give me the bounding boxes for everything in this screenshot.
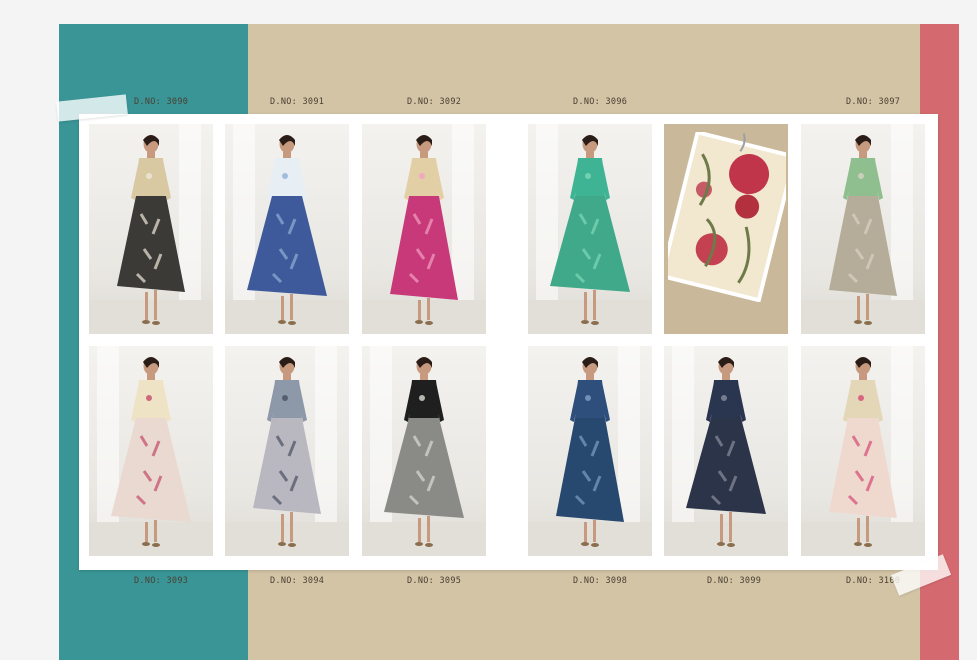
model-figure: [556, 357, 624, 547]
model-figure: [829, 135, 897, 325]
model-figure: [253, 357, 321, 547]
design-number-label: D.NO: 3092: [407, 97, 462, 107]
model-figure: [550, 135, 630, 325]
design-number-label: D.NO: 3099: [707, 576, 762, 586]
design-number-label: D.NO: 3093: [134, 576, 189, 586]
product-photo: [89, 346, 213, 556]
design-number-label: D.NO: 3097: [846, 97, 901, 107]
edge-gap: [959, 24, 977, 660]
design-number-label: D.NO: 3096: [573, 97, 628, 107]
product-photo: [801, 346, 925, 556]
catalogue-spread: D.NO: 3090 D.NO: 3091 D.NO: 3092 D.NO: 3…: [56, 24, 977, 660]
photo-sheet: [79, 114, 938, 570]
model-figure: [117, 135, 185, 325]
product-photo: [89, 124, 213, 334]
model-figure: [247, 135, 327, 325]
product-photo: [362, 346, 486, 556]
product-photo: [362, 124, 486, 334]
product-photo: [528, 346, 652, 556]
product-photo: [225, 124, 349, 334]
fabric-swatch-card: [668, 132, 786, 302]
model-figure: [686, 357, 766, 547]
model-figure: [384, 357, 464, 547]
product-photo: [664, 346, 788, 556]
design-number-label: D.NO: 3094: [270, 576, 325, 586]
model-figure: [390, 135, 458, 325]
design-number-label: D.NO: 3095: [407, 576, 462, 586]
model-figure: [829, 357, 897, 547]
design-number-label: D.NO: 3090: [134, 97, 189, 107]
product-photo: [801, 124, 925, 334]
design-number-label: D.NO: 3098: [573, 576, 628, 586]
product-photo: [225, 346, 349, 556]
design-number-label: D.NO: 3091: [270, 97, 325, 107]
fabric-swatch-photo: [664, 124, 788, 334]
product-photo: [528, 124, 652, 334]
model-figure: [111, 357, 191, 547]
